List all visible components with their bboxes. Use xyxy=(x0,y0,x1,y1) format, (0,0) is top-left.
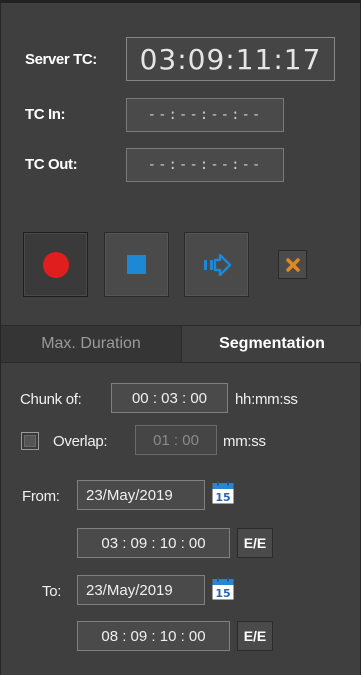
chunk-duration-field[interactable]: 00 : 03 : 00 xyxy=(111,383,228,413)
chunk-unit-label: hh:mm:ss xyxy=(235,391,298,408)
calendar-day-text: 15 xyxy=(215,491,230,504)
tc-out-label: TC Out: xyxy=(25,156,78,173)
arrow-right-icon xyxy=(203,253,231,276)
recorder-panel: Server TC: 03:09:11:17 TC In: --:--:--:-… xyxy=(0,0,361,675)
overlap-label: Overlap: xyxy=(53,433,108,450)
calendar-day-text: 15 xyxy=(215,587,230,600)
stop-button[interactable] xyxy=(104,232,169,297)
server-tc-label: Server TC: xyxy=(25,51,97,68)
to-ee-button[interactable]: E/E xyxy=(237,621,273,651)
cancel-button[interactable] xyxy=(278,250,307,279)
tab-bar: Max. Duration Segmentation xyxy=(1,325,361,363)
tc-in-label: TC In: xyxy=(25,106,66,123)
chunk-label: Chunk of: xyxy=(20,391,82,408)
overlap-unit-label: mm:ss xyxy=(223,433,266,450)
tc-out-field[interactable]: --:--:--:-- xyxy=(126,148,284,182)
from-label: From: xyxy=(22,488,60,505)
from-calendar-icon[interactable]: 15 xyxy=(212,482,234,504)
server-tc-display: 03:09:11:17 xyxy=(126,37,335,81)
stop-square-icon xyxy=(127,255,146,274)
to-label: To: xyxy=(42,583,62,600)
top-divider xyxy=(1,0,361,3)
to-calendar-icon[interactable]: 15 xyxy=(212,578,234,600)
to-time-field[interactable]: 08 : 09 : 10 : 00 xyxy=(77,621,230,651)
record-button[interactable] xyxy=(23,232,88,297)
checkbox-fill xyxy=(24,435,36,447)
forward-button[interactable] xyxy=(184,232,249,297)
record-circle-icon xyxy=(42,251,69,278)
to-date-field[interactable]: 23/May/2019 xyxy=(77,575,205,605)
overlap-duration-field[interactable]: 01 : 00 xyxy=(135,425,217,455)
from-ee-button[interactable]: E/E xyxy=(237,528,273,558)
x-icon xyxy=(285,257,300,272)
from-date-field[interactable]: 23/May/2019 xyxy=(77,480,205,510)
tc-in-field[interactable]: --:--:--:-- xyxy=(126,98,284,132)
from-time-field[interactable]: 03 : 09 : 10 : 00 xyxy=(77,528,230,558)
tab-segmentation[interactable]: Segmentation xyxy=(182,326,361,362)
tab-max-duration[interactable]: Max. Duration xyxy=(1,326,182,362)
overlap-checkbox[interactable] xyxy=(21,432,39,450)
